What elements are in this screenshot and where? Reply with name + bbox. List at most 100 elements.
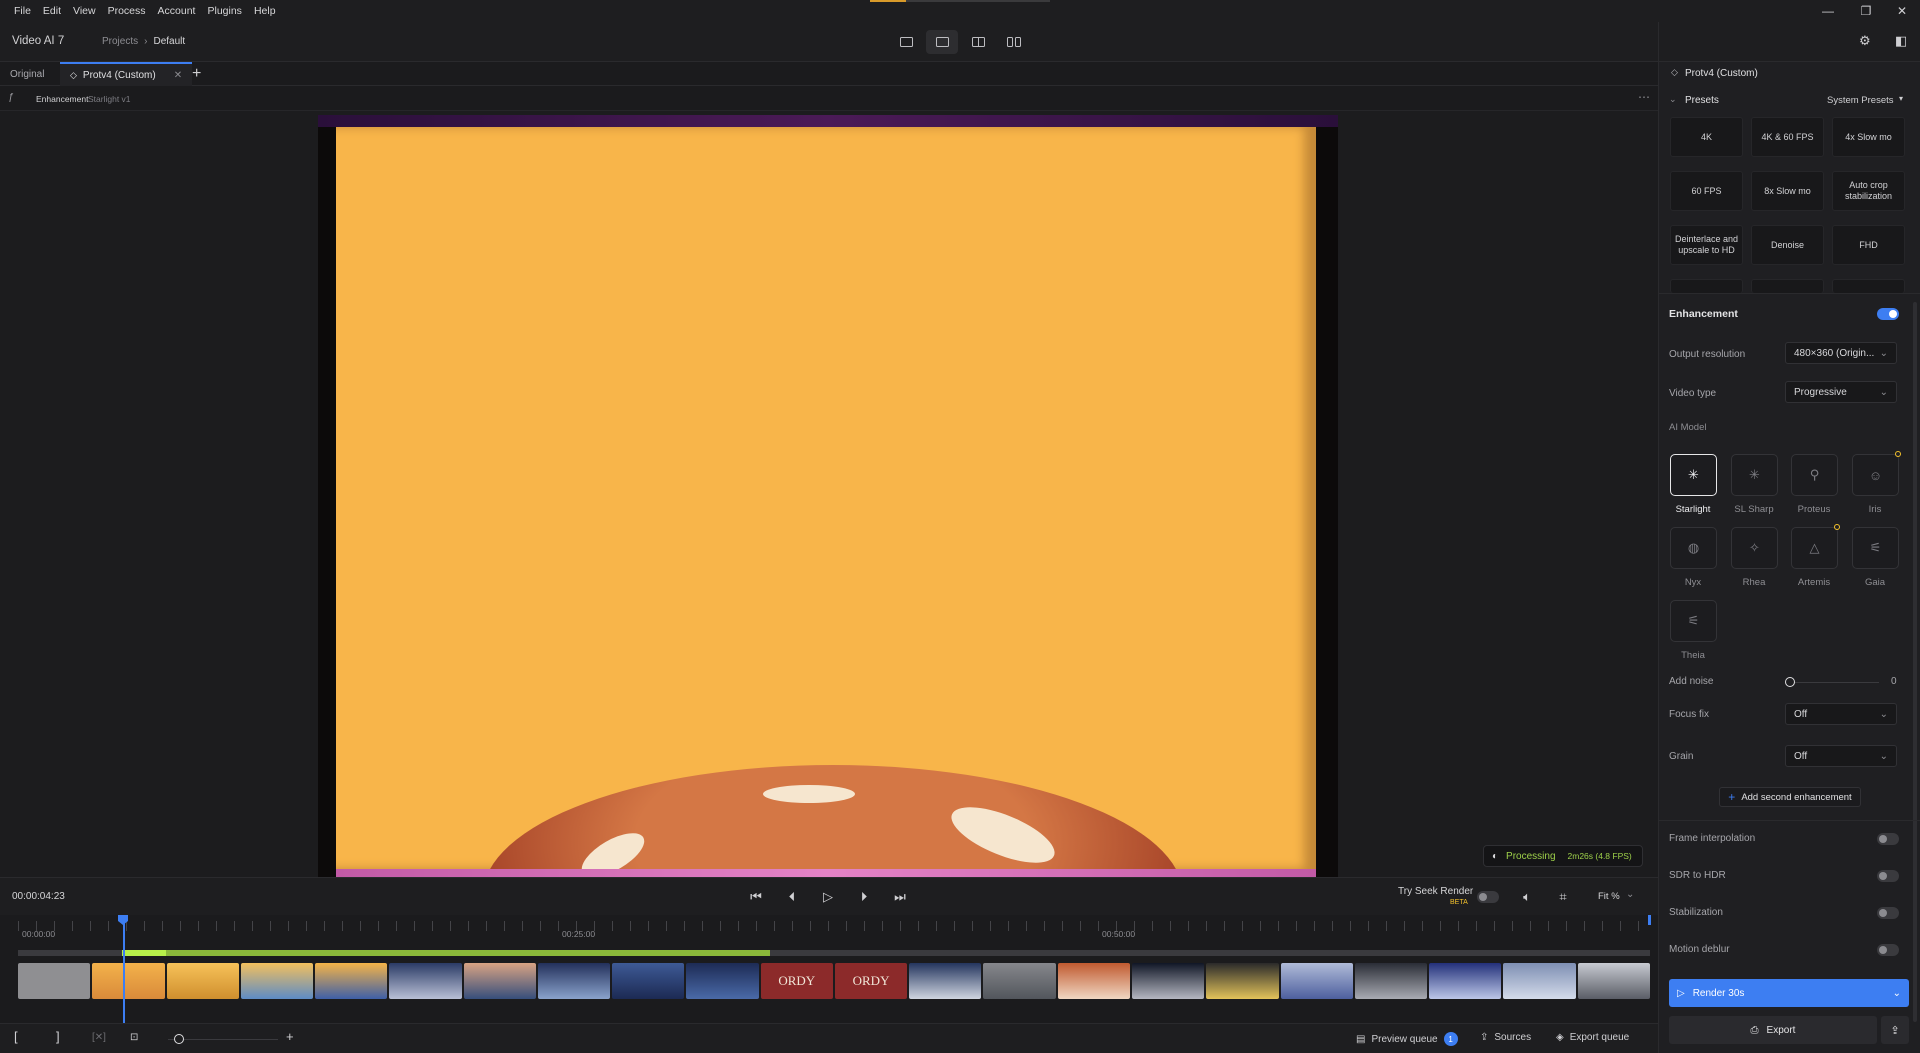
menu-file[interactable]: File <box>8 5 37 17</box>
mark-in-icon[interactable]: [ <box>14 1029 18 1044</box>
play-icon[interactable]: ▷ <box>819 888 837 906</box>
zoom-in-icon[interactable]: + <box>286 1029 294 1044</box>
model-sl-sharp[interactable]: ✳ <box>1731 454 1778 496</box>
tag-icon: ◇ <box>1671 67 1678 77</box>
view-side-by-side-button[interactable] <box>998 30 1030 54</box>
skip-end-icon[interactable]: ⏭ <box>891 888 909 906</box>
menu-plugins[interactable]: Plugins <box>201 5 247 17</box>
preset-8x-slowmo[interactable]: 8x Slow mo <box>1751 171 1824 211</box>
grain-select[interactable]: Off ⌄ <box>1785 745 1897 767</box>
crop-icon[interactable]: ⌗ <box>1554 888 1572 906</box>
model-proteus[interactable]: ⚲ <box>1791 454 1838 496</box>
output-resolution-select[interactable]: 480×360 (Origin... ⌄ <box>1785 342 1897 364</box>
menu-account[interactable]: Account <box>152 5 202 17</box>
add-noise-slider[interactable] <box>1789 682 1879 683</box>
settings-gear-icon[interactable]: ⚙ <box>1859 33 1871 49</box>
close-icon[interactable]: ✕ <box>174 70 182 81</box>
menu-process[interactable]: Process <box>102 5 152 17</box>
tab-protv4[interactable]: ◇ Protv4 (Custom) ✕ <box>60 62 193 86</box>
add-tab-icon[interactable]: + <box>182 62 211 86</box>
preset-60fps[interactable]: 60 FPS <box>1670 171 1743 211</box>
preset-partial[interactable] <box>1751 279 1824 293</box>
motion-deblur-toggle[interactable] <box>1877 944 1899 956</box>
chevron-down-icon: ⌄ <box>1879 386 1888 398</box>
preset-4k[interactable]: 4K <box>1670 117 1743 157</box>
panel-toggle-icon[interactable]: ◧ <box>1895 33 1907 49</box>
sources-button[interactable]: ⇪ Sources <box>1480 1032 1531 1043</box>
video-type-select[interactable]: Progressive ⌄ <box>1785 381 1897 403</box>
frame-interpolation-toggle[interactable] <box>1877 833 1899 845</box>
skip-start-icon[interactable]: ⏮ <box>747 888 765 906</box>
preview-queue-button[interactable]: ▤ Preview queue 1 <box>1356 1032 1458 1046</box>
tab-original[interactable]: Original <box>0 62 54 86</box>
chevron-down-icon[interactable]: ⌄ <box>1893 988 1901 999</box>
share-icon[interactable]: ⇪ <box>1881 1016 1909 1044</box>
chevron-down-icon[interactable]: ⌄ <box>1626 889 1634 900</box>
preset-fhd[interactable]: FHD <box>1832 225 1905 265</box>
preset-4k-60fps[interactable]: 4K & 60 FPS <box>1751 117 1824 157</box>
split-view-icon <box>971 37 985 47</box>
model-theia[interactable]: ⚟ <box>1670 600 1717 642</box>
view-single-button[interactable] <box>926 30 958 54</box>
model-artemis[interactable]: △ <box>1791 527 1838 569</box>
export-queue-button[interactable]: ◈ Export queue <box>1556 1032 1629 1043</box>
mark-out-icon[interactable]: ] <box>56 1029 60 1044</box>
restore-button[interactable]: ❐ <box>1848 0 1884 22</box>
timeline[interactable]: 00:00:00 00:25:00 00:50:00 ORDY ORDY <box>0 915 1658 1023</box>
minimize-button[interactable]: — <box>1810 0 1846 22</box>
preset-auto-crop[interactable]: Auto crop stabilization <box>1832 171 1905 211</box>
breadcrumb-projects[interactable]: Projects <box>102 36 138 47</box>
sdr-to-hdr-label: SDR to HDR <box>1669 870 1726 881</box>
model-rhea[interactable]: ✧ <box>1731 527 1778 569</box>
function-icon[interactable]: ƒ <box>8 92 14 103</box>
enhancement-label: Enhancement <box>1669 308 1738 320</box>
system-presets-select[interactable]: System Presets <box>1827 95 1894 106</box>
add-noise-thumb[interactable] <box>1785 677 1795 687</box>
more-icon[interactable]: ⋯ <box>1638 90 1650 104</box>
preset-partial[interactable] <box>1832 279 1905 293</box>
preset-4x-slowmo[interactable]: 4x Slow mo <box>1832 117 1905 157</box>
view-single-original-button[interactable] <box>890 30 922 54</box>
zoom-slider-thumb[interactable] <box>174 1034 184 1044</box>
side-by-side-icon <box>1007 37 1021 47</box>
render-button[interactable]: ▷ Render 30s ⌄ <box>1669 979 1909 1007</box>
model-gaia[interactable]: ⚟ <box>1852 527 1899 569</box>
preset-denoise[interactable]: Denoise <box>1751 225 1824 265</box>
add-second-enhancement-button[interactable]: + Add second enhancement <box>1719 787 1861 807</box>
caret-down-icon[interactable]: ▾ <box>1899 94 1903 103</box>
model-starlight[interactable]: ✳ <box>1670 454 1717 496</box>
clear-marks-icon[interactable]: [✕] <box>92 1032 106 1043</box>
view-split-button[interactable] <box>962 30 994 54</box>
mute-icon[interactable]: 🔈︎ <box>1518 888 1536 906</box>
menu-help[interactable]: Help <box>248 5 282 17</box>
divider <box>1659 293 1920 294</box>
stabilization-toggle[interactable] <box>1877 907 1899 919</box>
export-button[interactable]: ⎙ Export <box>1669 1016 1877 1044</box>
playhead[interactable] <box>123 915 125 1023</box>
focus-fix-value: Off <box>1794 708 1808 720</box>
breadcrumb-default[interactable]: Default <box>153 36 185 47</box>
model-iris[interactable]: ☺ <box>1852 454 1899 496</box>
model-nyx[interactable]: ◍ <box>1670 527 1717 569</box>
seek-render-toggle[interactable] <box>1477 891 1499 903</box>
video-viewer[interactable]: ◐ Processing 2m26s (4.8 FPS) <box>0 111 1658 877</box>
enhancement-toggle[interactable] <box>1877 308 1899 320</box>
fit-select[interactable]: Fit % <box>1598 891 1620 902</box>
close-button[interactable]: ✕ <box>1884 0 1920 22</box>
thumb-title: ORDY <box>834 963 908 999</box>
out-marker[interactable] <box>1648 915 1651 925</box>
focus-fix-select[interactable]: Off ⌄ <box>1785 703 1897 725</box>
collapse-chevron-icon[interactable]: ⌄ <box>1669 94 1677 105</box>
zoom-slider[interactable] <box>168 1039 278 1040</box>
presets-label: Presets <box>1685 95 1719 106</box>
preset-deinterlace[interactable]: Deinterlace and upscale to HD <box>1670 225 1743 265</box>
panel-scrollbar[interactable] <box>1913 302 1917 1022</box>
menu-view[interactable]: View <box>67 5 102 17</box>
step-forward-icon[interactable]: ⏵ <box>855 888 873 906</box>
menu-edit[interactable]: Edit <box>37 5 67 17</box>
preset-partial[interactable] <box>1670 279 1743 293</box>
sources-label: Sources <box>1494 1032 1532 1043</box>
step-back-icon[interactable]: ⏴ <box>783 888 801 906</box>
zoom-fit-icon[interactable]: ⊡ <box>130 1032 138 1043</box>
sdr-to-hdr-toggle[interactable] <box>1877 870 1899 882</box>
